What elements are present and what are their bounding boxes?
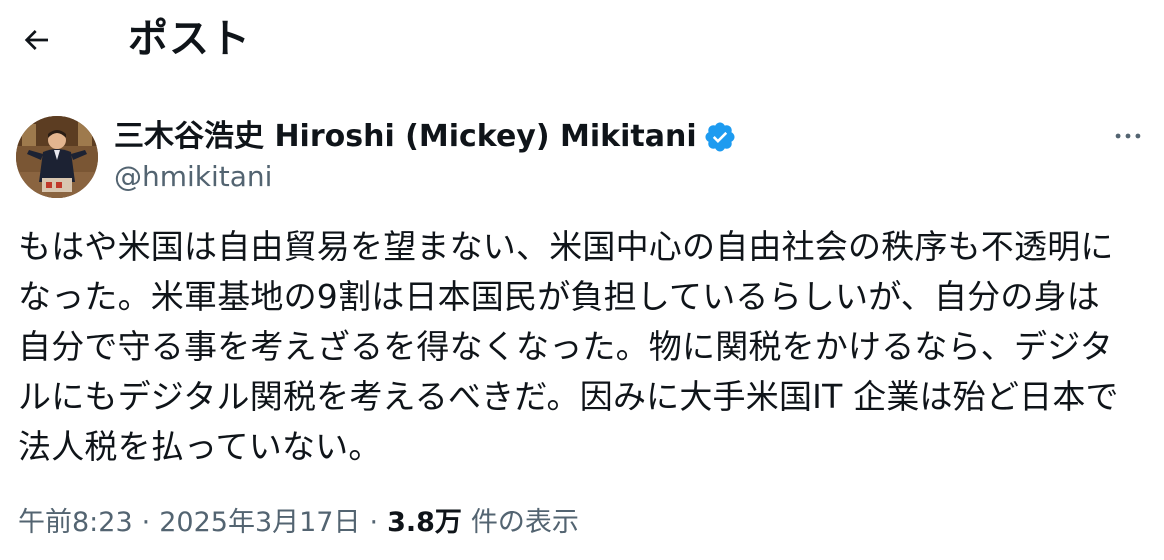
post-text-line: 自分で守る事を考えざるを得なくなった。物に関税をかけるなら、デジタ	[18, 327, 1113, 366]
meta-separator: ·	[369, 507, 379, 538]
arrow-left-icon	[24, 30, 48, 50]
top-bar: ポスト	[0, 0, 1164, 82]
avatar[interactable]	[16, 116, 98, 198]
verified-badge-icon[interactable]	[703, 120, 737, 154]
post-date: 2025年3月17日	[159, 507, 361, 538]
post-detail-page: ポスト 三木谷浩史 Hiroshi (Mickey) Mikitani @hmi…	[0, 0, 1164, 560]
post-text-line: もはや米国は自由貿易を望まない、米国中心の自由社会の秩序も不透明に	[18, 227, 1114, 266]
post-text-line: 法人税を払っていない。	[18, 427, 382, 466]
views-label: 件の表示	[470, 507, 579, 538]
back-button[interactable]	[14, 20, 58, 60]
post-text-line: ルにもデジタル関税を考えるべきだ。因みに大手米国IT 企業は殆ど日本で	[18, 377, 1119, 416]
post-meta: 午前8:23 · 2025年3月17日 · 3.8万 件の表示	[18, 503, 579, 543]
views-count: 3.8万	[387, 507, 462, 538]
avatar-image	[16, 116, 98, 198]
post-text-line: なった。米軍基地の9割は日本国民が負担しているらしいが、自分の身は	[18, 277, 1100, 316]
author-name-row[interactable]: 三木谷浩史 Hiroshi (Mickey) Mikitani	[114, 117, 737, 157]
author-name[interactable]: 三木谷浩史 Hiroshi (Mickey) Mikitani	[114, 117, 697, 157]
post-date-link[interactable]: 2025年3月17日	[159, 503, 360, 543]
more-horizontal-icon	[1115, 133, 1141, 139]
more-options-button[interactable]	[1100, 116, 1156, 156]
post-text: もはや米国は自由貿易を望まない、米国中心の自由社会の秩序も不透明に なった。米軍…	[18, 222, 1154, 472]
author-handle[interactable]: @hmikitani	[114, 158, 272, 196]
post-time-link[interactable]: 午前8:23	[18, 503, 133, 543]
page-title: ポスト	[128, 16, 251, 62]
post-time: 午前8:23	[18, 507, 133, 538]
meta-separator: ·	[141, 507, 151, 538]
